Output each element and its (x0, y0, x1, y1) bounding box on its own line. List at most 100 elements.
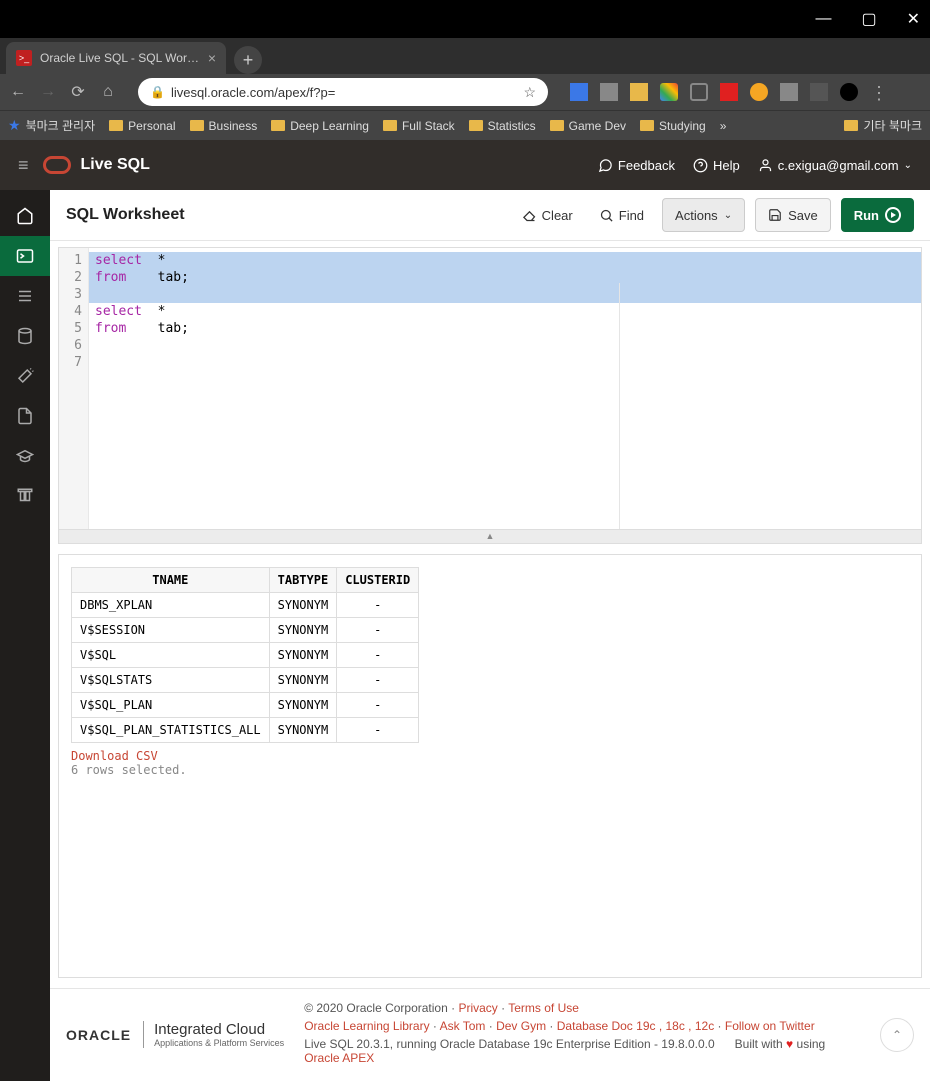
column-header: CLUSTERID (337, 567, 419, 592)
chevron-down-icon: ⌄ (724, 210, 732, 221)
profile-avatar-icon[interactable] (840, 83, 858, 101)
sidebar-sessions[interactable] (0, 276, 50, 316)
help-icon (693, 158, 708, 173)
bookmark-star-icon[interactable]: ☆ (523, 84, 536, 101)
sidebar-schema[interactable] (0, 316, 50, 356)
browser-tab[interactable]: >_ Oracle Live SQL - SQL Workshe × (6, 42, 226, 74)
list-icon (16, 287, 34, 305)
home-button[interactable]: ⌂ (98, 83, 118, 101)
sidebar-scripts[interactable] (0, 396, 50, 436)
footer: ORACLE Integrated Cloud Applications & P… (50, 988, 930, 1081)
feedback-link[interactable]: Feedback (598, 158, 675, 173)
bookmark-folder[interactable]: Statistics (469, 119, 536, 133)
save-button[interactable]: Save (755, 198, 831, 232)
wand-icon (16, 367, 34, 385)
code-line: select * (89, 303, 921, 320)
window-titlebar: — ▢ ✕ (0, 0, 930, 38)
code-line (89, 337, 921, 354)
browser-menu-icon[interactable]: ⋮ (870, 83, 888, 101)
footer-link[interactable]: Oracle Learning Library (304, 1019, 429, 1033)
code-line: select * (89, 252, 921, 269)
ext-icon[interactable] (750, 83, 768, 101)
ext-icon[interactable] (780, 83, 798, 101)
bookmarks-overflow[interactable]: » (720, 119, 727, 133)
address-bar[interactable]: 🔒 livesql.oracle.com/apex/f?p= ☆ (138, 78, 548, 106)
sidebar-design[interactable] (0, 356, 50, 396)
minimize-button[interactable]: — (815, 10, 831, 28)
apex-link[interactable]: Oracle APEX (304, 1051, 374, 1065)
sidebar-worksheet[interactable] (0, 236, 50, 276)
sidebar (0, 190, 50, 1081)
home-icon (16, 207, 34, 225)
help-link[interactable]: Help (693, 158, 740, 173)
reload-button[interactable]: ⟳ (68, 82, 88, 102)
bookmark-manager[interactable]: ★북마크 관리자 (8, 117, 95, 134)
ext-icon[interactable] (660, 83, 678, 101)
footer-link[interactable]: Database Doc 19c , 18c , 12c (557, 1019, 714, 1033)
table-row: DBMS_XPLANSYNONYM- (72, 592, 419, 617)
bookmark-folder[interactable]: Business (190, 119, 258, 133)
footer-link[interactable]: Dev Gym (496, 1019, 546, 1033)
run-button[interactable]: Run (841, 198, 914, 232)
oracle-wordmark: ORACLE (66, 1027, 131, 1043)
table-row: V$SESSIONSYNONYM- (72, 617, 419, 642)
code-line: from tab; (89, 269, 921, 286)
column-header: TNAME (72, 567, 270, 592)
cloud-tagline: Integrated Cloud Applications & Platform… (143, 1021, 284, 1048)
ext-icon[interactable] (720, 83, 738, 101)
terms-link[interactable]: Terms of Use (508, 1001, 579, 1015)
ext-icon[interactable] (690, 83, 708, 101)
forward-button[interactable]: → (38, 83, 58, 101)
browser-tabbar: >_ Oracle Live SQL - SQL Workshe × + (0, 38, 930, 74)
find-button[interactable]: Find (591, 202, 652, 229)
ext-icon[interactable] (600, 83, 618, 101)
sidebar-tutorials[interactable] (0, 436, 50, 476)
bookmark-folder[interactable]: Personal (109, 119, 175, 133)
scroll-top-button[interactable]: ⌃ (880, 1018, 914, 1052)
back-button[interactable]: ← (8, 83, 28, 101)
library-icon (16, 487, 34, 505)
eraser-icon (522, 208, 537, 223)
save-icon (768, 208, 782, 222)
bookmark-folder[interactable]: Deep Learning (271, 119, 369, 133)
user-menu[interactable]: c.exigua@gmail.com ⌄ (758, 158, 912, 173)
ext-icon[interactable] (630, 83, 648, 101)
column-header: TABTYPE (269, 567, 337, 592)
actions-button[interactable]: Actions ⌄ (662, 198, 745, 232)
extensions-puzzle-icon[interactable] (810, 83, 828, 101)
bookmark-folder[interactable]: Game Dev (550, 119, 626, 133)
app-header: ≡ Live SQL Feedback Help c.exigua@gmail.… (0, 140, 930, 190)
tab-favicon-icon: >_ (16, 50, 32, 66)
code-line (89, 354, 921, 371)
graduation-icon (16, 447, 34, 465)
url-text: livesql.oracle.com/apex/f?p= (171, 85, 335, 100)
footer-link[interactable]: Follow on Twitter (725, 1019, 815, 1033)
page-toolbar: SQL Worksheet Clear Find Actions ⌄ Save (50, 190, 930, 241)
table-row: V$SQL_PLAN_STATISTICS_ALLSYNONYM- (72, 717, 419, 742)
footer-link[interactable]: Ask Tom (440, 1019, 486, 1033)
sidebar-home[interactable] (0, 196, 50, 236)
panel-splitter[interactable]: ▲ (58, 530, 922, 543)
bookmark-folder[interactable]: Full Stack (383, 119, 455, 133)
tab-close-icon[interactable]: × (208, 50, 216, 66)
clear-button[interactable]: Clear (514, 202, 581, 229)
app-title: Live SQL (81, 156, 150, 174)
download-csv-link[interactable]: Download CSV (71, 749, 158, 763)
code-line (89, 286, 921, 303)
ext-icon[interactable] (570, 83, 588, 101)
editor-split-border (619, 283, 620, 529)
bookmark-folder[interactable]: Studying (640, 119, 706, 133)
close-window-button[interactable]: ✕ (907, 9, 920, 29)
lock-icon: 🔒 (150, 85, 165, 99)
tab-title: Oracle Live SQL - SQL Workshe (40, 51, 200, 65)
sql-editor[interactable]: 1234567 select *from tab; select *from t… (58, 247, 922, 530)
editor-code[interactable]: select *from tab; select *from tab; (89, 248, 921, 529)
sidebar-code-library[interactable] (0, 476, 50, 516)
maximize-button[interactable]: ▢ (861, 9, 876, 29)
hamburger-menu-icon[interactable]: ≡ (18, 155, 29, 176)
bookmark-other[interactable]: 기타 북마크 (844, 117, 922, 134)
new-tab-button[interactable]: + (234, 46, 262, 74)
terminal-icon (16, 247, 34, 265)
bookmarks-bar: ★북마크 관리자 Personal Business Deep Learning… (0, 110, 930, 140)
privacy-link[interactable]: Privacy (458, 1001, 497, 1015)
